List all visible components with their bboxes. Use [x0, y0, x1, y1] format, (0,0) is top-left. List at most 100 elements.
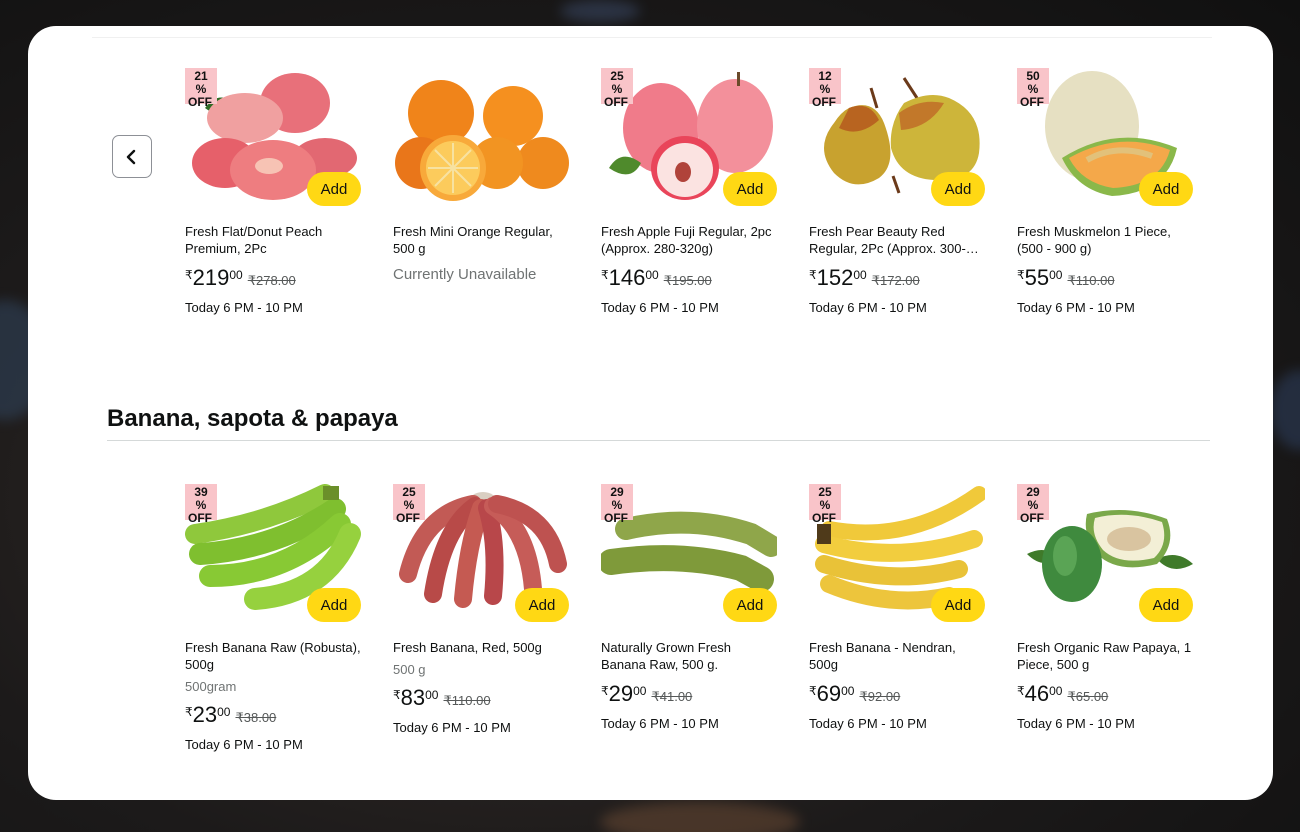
delivery-time: Today 6 PM - 10 PM — [185, 300, 303, 315]
add-to-cart-button[interactable]: Add — [931, 172, 985, 206]
add-to-cart-button[interactable]: Add — [723, 588, 777, 622]
product-title[interactable]: Fresh Banana Raw (Robusta), 500g — [185, 639, 361, 673]
product-image-container[interactable]: 25 % OFF Add — [393, 484, 569, 622]
discount-percent: 29 — [610, 485, 624, 499]
product-image-container[interactable]: 39 % OFF Add — [185, 484, 361, 622]
currency-symbol: ₹ — [601, 684, 609, 698]
product-image-container[interactable]: 29 % OFF Add — [601, 484, 777, 622]
delivery-time: Today 6 PM - 10 PM — [1017, 716, 1135, 731]
add-to-cart-button[interactable]: Add — [931, 588, 985, 622]
price: ₹ 69 00 ₹92.00 — [809, 682, 1017, 708]
discount-badge: 29 % OFF — [1017, 484, 1049, 525]
product-card[interactable]: Fresh Mini Orange Regular, 500 g Currentl… — [393, 68, 601, 315]
discount-off-label: OFF — [1020, 511, 1044, 525]
carousel-prev-button[interactable] — [112, 135, 152, 178]
percent-sign: % — [195, 498, 207, 512]
product-image-container[interactable]: 29 % OFF Add — [1017, 484, 1193, 622]
product-title[interactable]: Fresh Flat/Donut Peach Premium, 2Pc — [185, 223, 361, 257]
product-card[interactable]: 29 % OFF Add Fresh Organic Raw Papaya, 1 … — [1017, 484, 1225, 752]
add-to-cart-button[interactable]: Add — [1139, 172, 1193, 206]
discount-off-label: OFF — [812, 511, 836, 525]
product-title[interactable]: Fresh Mini Orange Regular, 500 g — [393, 223, 569, 257]
list-price: ₹195.00 — [663, 273, 712, 288]
product-title[interactable]: Fresh Banana - Nendran, 500g — [809, 639, 985, 673]
product-image-container[interactable]: 25 % OFF Add — [601, 68, 777, 206]
product-card[interactable]: 29 % OFF Add Naturally Grown Fresh Banana… — [601, 484, 809, 752]
discount-badge: 21 % OFF — [185, 68, 217, 109]
product-card[interactable]: 25 % OFF Add Fresh Banana, Red, 500g 500 g… — [393, 484, 601, 752]
list-price: ₹172.00 — [871, 273, 920, 288]
delivery-time: Today 6 PM - 10 PM — [601, 716, 719, 731]
product-card[interactable]: 50 % OFF Add Fresh Muskmelon 1 Piece, (50… — [1017, 68, 1225, 315]
product-title[interactable]: Naturally Grown Fresh Banana Raw, 500 g. — [601, 639, 777, 673]
add-to-cart-button[interactable]: Add — [1139, 588, 1193, 622]
product-card[interactable]: 25 % OFF Add Fresh Banana - Nendran, 500g… — [809, 484, 1017, 752]
price: ₹ 46 00 ₹65.00 — [1017, 682, 1225, 708]
product-image-container[interactable]: 12 % OFF Add — [809, 68, 985, 206]
product-card[interactable]: 25 % OFF Add Fresh Apple Fuji Regular, 2p… — [601, 68, 809, 315]
discount-off-label: OFF — [1020, 95, 1044, 109]
product-title[interactable]: Fresh Banana, Red, 500g — [393, 639, 569, 656]
discount-off-label: OFF — [812, 95, 836, 109]
product-size: 500 g — [393, 662, 426, 677]
price-fraction: 00 — [1049, 684, 1063, 698]
price: ₹ 83 00 ₹110.00 — [393, 686, 601, 712]
product-card[interactable]: 21 % OFF Add Fresh Flat/Donut Peach Premi… — [185, 68, 393, 315]
price-whole: 83 — [400, 685, 426, 710]
currency-symbol: ₹ — [1017, 684, 1025, 698]
add-to-cart-button[interactable]: Add — [307, 588, 361, 622]
product-title[interactable]: Fresh Pear Beauty Red Regular, 2Pc (Appr… — [809, 223, 985, 257]
add-to-cart-button[interactable]: Add — [307, 172, 361, 206]
product-image-container[interactable]: 25 % OFF Add — [809, 484, 985, 622]
product-row-fruits: 21 % OFF Add Fresh Flat/Donut Peach Premi… — [185, 68, 1225, 315]
add-to-cart-button[interactable]: Add — [515, 588, 569, 622]
discount-off-label: OFF — [188, 95, 212, 109]
percent-sign: % — [195, 82, 207, 96]
product-carousel-card: 21 % OFF Add Fresh Flat/Donut Peach Premi… — [28, 26, 1273, 800]
list-price: ₹110.00 — [1067, 273, 1115, 288]
delivery-time: Today 6 PM - 10 PM — [809, 300, 927, 315]
product-title[interactable]: Fresh Organic Raw Papaya, 1 Piece, 500 g — [1017, 639, 1193, 673]
product-card[interactable]: 12 % OFF Add Fresh Pear Beauty Red Regula… — [809, 68, 1017, 315]
percent-sign: % — [403, 498, 415, 512]
list-price: ₹41.00 — [651, 689, 693, 704]
product-image-container[interactable]: 50 % OFF Add — [1017, 68, 1193, 206]
discount-badge: 25 % OFF — [809, 484, 841, 525]
currency-symbol: ₹ — [809, 684, 817, 698]
price-fraction: 00 — [217, 705, 231, 719]
price-fraction: 00 — [1049, 268, 1063, 282]
price: ₹ 146 00 ₹195.00 — [601, 266, 809, 292]
price-whole: 219 — [192, 265, 230, 290]
percent-sign: % — [819, 82, 831, 96]
product-card[interactable]: 39 % OFF Add Fresh Banana Raw (Robusta), … — [185, 484, 393, 752]
discount-percent: 12 — [818, 69, 832, 83]
price-whole: 55 — [1024, 265, 1050, 290]
discount-percent: 25 — [402, 485, 416, 499]
chevron-left-icon — [126, 149, 136, 164]
discount-percent: 39 — [194, 485, 208, 499]
discount-badge: 39 % OFF — [185, 484, 217, 525]
add-to-cart-button[interactable]: Add — [723, 172, 777, 206]
discount-badge: 12 % OFF — [809, 68, 841, 109]
product-image-container[interactable]: 21 % OFF Add — [185, 68, 361, 206]
backdrop-shape — [560, 0, 640, 22]
percent-sign: % — [819, 498, 831, 512]
section-title: Banana, sapota & papaya — [107, 405, 398, 432]
product-title[interactable]: Fresh Apple Fuji Regular, 2pc (Approx. 2… — [601, 223, 777, 257]
list-price: ₹92.00 — [859, 689, 901, 704]
product-row-banana: 39 % OFF Add Fresh Banana Raw (Robusta), … — [185, 484, 1225, 752]
price-whole: 23 — [192, 702, 218, 727]
price-whole: 152 — [816, 265, 854, 290]
price-fraction: 00 — [425, 688, 439, 702]
price-whole: 46 — [1024, 681, 1050, 706]
price-fraction: 00 — [633, 684, 647, 698]
price: ₹ 219 00 ₹278.00 — [185, 266, 393, 292]
price: ₹ 55 00 ₹110.00 — [1017, 266, 1225, 292]
product-title[interactable]: Fresh Muskmelon 1 Piece, (500 - 900 g) — [1017, 223, 1193, 257]
percent-sign: % — [1027, 498, 1039, 512]
percent-sign: % — [611, 498, 623, 512]
product-image-container[interactable] — [393, 68, 569, 202]
section-divider — [107, 440, 1210, 441]
price-fraction: 00 — [853, 268, 867, 282]
discount-off-label: OFF — [604, 95, 628, 109]
